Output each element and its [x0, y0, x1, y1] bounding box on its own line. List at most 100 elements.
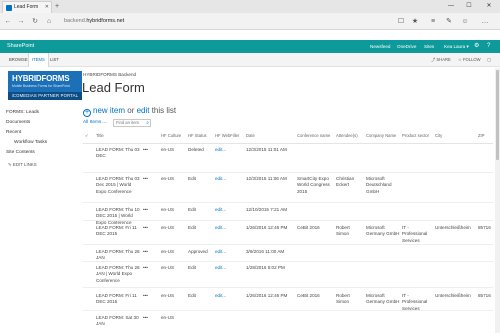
sharepoint-brand[interactable]: SharePoint: [7, 40, 34, 53]
cell-hf-webfiller[interactable]: edit...: [215, 225, 241, 231]
web-note-icon[interactable]: ✎: [444, 16, 454, 27]
settings-gear-icon[interactable]: ⚙: [474, 40, 479, 53]
browser-tab[interactable]: Lead Form ✕: [2, 1, 52, 13]
cell-title: LEAD FORM: Thu 03 DEC: [96, 147, 140, 159]
row-divider: [83, 261, 493, 262]
select-all-checkbox[interactable]: ✓: [85, 133, 89, 138]
more-icon[interactable]: …: [480, 16, 490, 27]
cell-hf-webfiller[interactable]: edit...: [215, 265, 241, 271]
page-scrollbar[interactable]: [495, 68, 500, 333]
share-button[interactable]: ⤴ SHARE: [431, 53, 451, 67]
cell-company-name: Microsoft Deutschland GmbH: [366, 176, 392, 194]
header-divider: [83, 143, 493, 144]
row-menu-icon[interactable]: •••: [143, 265, 153, 271]
hub-icon[interactable]: ≡: [428, 16, 438, 27]
refresh-icon[interactable]: ↻: [30, 16, 40, 27]
column-header-hf-webfiller[interactable]: HF WebFiller: [215, 133, 239, 138]
cell-title: LEAD FORM: Fri 11 DEC 2015: [96, 293, 137, 305]
row-menu-icon[interactable]: •••: [143, 225, 153, 231]
column-header-date[interactable]: Date: [246, 133, 255, 138]
tab-browse[interactable]: BROWSE: [6, 53, 31, 67]
column-header-company-name[interactable]: Company Name: [366, 133, 396, 138]
follow-label: FOLLOW: [462, 57, 481, 62]
tab-items[interactable]: ITEMS: [28, 53, 49, 67]
close-window-icon[interactable]: ✕: [482, 0, 496, 12]
help-icon[interactable]: ?: [487, 40, 490, 53]
cell-hf-webfiller[interactable]: edit...: [215, 176, 241, 182]
suite-bar: SharePoint Newsfeed OneDrive Sites Kea L…: [0, 40, 500, 53]
cell-hf-culture: en-US: [161, 225, 175, 230]
nav-item-documents[interactable]: Documents: [6, 118, 76, 128]
cell-title: LEAD FORM: Thu 28 JAN | World Expo Confe…: [96, 265, 140, 283]
scrollbar-thumb[interactable]: [496, 70, 499, 160]
new-tab-button[interactable]: +: [55, 1, 59, 12]
close-tab-icon[interactable]: ✕: [45, 2, 49, 13]
new-item-suffix-text: this list: [149, 106, 177, 115]
column-header-conference-name[interactable]: Conference name: [297, 133, 330, 138]
user-menu[interactable]: Kea Laura ▾: [444, 40, 469, 53]
cell-date: 12/3/2015 11:01 AM: [246, 147, 287, 152]
search-icon[interactable]: ⌕: [146, 120, 149, 126]
back-icon[interactable]: ←: [3, 16, 13, 27]
cell-title: LEAD FORM: Sat 30 JAN: [96, 315, 139, 327]
view-all-items[interactable]: All Items: [83, 120, 101, 125]
column-header-title[interactable]: Title: [96, 133, 104, 138]
column-header-attendees[interactable]: Attendee(s): [336, 133, 358, 138]
favorite-star-icon[interactable]: ★: [410, 16, 420, 27]
row-menu-icon[interactable]: •••: [143, 249, 153, 255]
minimize-icon[interactable]: —: [444, 0, 458, 12]
row-menu-icon[interactable]: •••: [143, 293, 153, 299]
cell-attendees: Christian Eckert: [336, 176, 355, 188]
nav-item-workflow-tasks[interactable]: Workflow Tasks: [6, 138, 76, 148]
cell-title: LEAD FORM: Fri 11 DEC 2015: [96, 225, 137, 237]
breadcrumb[interactable]: HYBRIDFORMS Backend: [83, 72, 136, 77]
nav-item-site-contents[interactable]: Site Contents: [6, 148, 76, 158]
hybridforms-logo[interactable]: HYBRIDFORMS Mobile Business Forms for Sh…: [8, 71, 82, 100]
new-item-link[interactable]: new item: [93, 106, 125, 115]
suite-link-newsfeed[interactable]: Newsfeed: [370, 40, 390, 53]
share-icon: ⤴: [431, 57, 436, 62]
user-caret-icon: ▾: [466, 44, 469, 49]
maximize-icon[interactable]: ☐: [462, 0, 476, 12]
cell-company-name: Microsoft Germany GmbH: [366, 293, 400, 305]
row-menu-icon[interactable]: •••: [143, 207, 153, 213]
row-menu-icon[interactable]: •••: [143, 315, 153, 321]
column-header-hf-culture[interactable]: HF Culture: [161, 133, 181, 138]
cell-date: 3/9/2016 11:00 AM: [246, 249, 285, 254]
column-header-product-sector[interactable]: Product sector: [402, 133, 429, 138]
nav-item-forms-leads[interactable]: FORMS: Leads: [6, 108, 76, 118]
row-divider: [83, 202, 493, 203]
edit-list-link[interactable]: edit: [137, 106, 150, 115]
cell-hf-culture: en-US: [161, 207, 175, 212]
cell-hf-webfiller[interactable]: edit...: [215, 207, 241, 213]
tab-list[interactable]: LIST: [47, 53, 62, 67]
follow-button[interactable]: ☆ FOLLOW: [458, 53, 481, 67]
page-title: Lead Form: [82, 80, 145, 95]
nav-item-recent[interactable]: Recent: [6, 128, 76, 138]
forward-icon[interactable]: →: [16, 16, 26, 27]
edit-links-button[interactable]: ✎ EDIT LINKS: [8, 162, 37, 168]
cell-product-sector: IT - Professional Services: [402, 225, 428, 243]
column-header-hf-status[interactable]: HF Status: [188, 133, 207, 138]
new-item-plus-icon[interactable]: +: [83, 109, 91, 117]
focus-on-content-icon[interactable]: ▢: [487, 53, 491, 67]
cell-hf-webfiller[interactable]: edit...: [215, 147, 241, 153]
suite-link-onedrive[interactable]: OneDrive: [397, 40, 416, 53]
view-more-icon[interactable]: …: [102, 119, 107, 125]
column-header-city[interactable]: City: [435, 133, 442, 138]
cell-hf-webfiller[interactable]: edit...: [215, 293, 241, 299]
column-header-zip[interactable]: ZIP: [478, 133, 485, 138]
row-divider: [83, 287, 493, 288]
home-icon[interactable]: ⌂: [44, 16, 54, 27]
cell-conference-name: CeBit 2016: [297, 293, 320, 298]
row-menu-icon[interactable]: •••: [143, 176, 153, 182]
cell-city: Unterschleißheim: [435, 293, 471, 298]
suite-link-sites[interactable]: Sites: [424, 40, 434, 53]
url-field[interactable]: backend.hybridforms.net: [64, 18, 124, 24]
share-feedback-icon[interactable]: ☺: [460, 16, 470, 27]
reading-view-icon[interactable]: ☐: [396, 16, 406, 27]
cell-hf-webfiller[interactable]: edit...: [215, 249, 241, 255]
find-item-search-box[interactable]: Find an item ⌕: [113, 119, 151, 127]
row-menu-icon[interactable]: •••: [143, 147, 153, 153]
cell-hf-culture: en-US: [161, 249, 175, 254]
